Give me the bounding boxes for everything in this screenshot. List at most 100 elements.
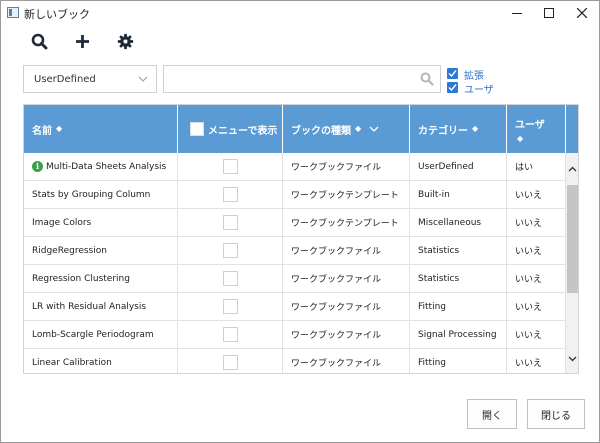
- scrollbar-thumb[interactable]: [567, 185, 578, 293]
- search-input[interactable]: [168, 69, 412, 91]
- extended-checkbox-label: 拡張: [464, 71, 484, 82]
- table-row[interactable]: i Multi-Data Sheets Analysis ワークブックファイル Use…: [24, 153, 566, 181]
- category-dropdown-value: UserDefined: [34, 74, 96, 85]
- sort-icon: ◆: [517, 133, 524, 143]
- cell-user: いいえ: [507, 237, 566, 264]
- cell-name: Stats by Grouping Column: [24, 181, 178, 208]
- search-box[interactable]: [163, 65, 441, 93]
- column-header-type[interactable]: ブックの種類 ◆: [283, 105, 410, 153]
- show-in-menu-checkbox[interactable]: [222, 271, 238, 286]
- scroll-up-button[interactable]: [566, 163, 578, 175]
- cell-menu: [178, 321, 283, 348]
- show-in-menu-checkbox[interactable]: [222, 159, 238, 174]
- cell-menu: [178, 293, 283, 320]
- cell-user: いいえ: [507, 349, 566, 373]
- column-header-user-label: ユーザ: [515, 119, 545, 131]
- sort-icon: ◆: [56, 124, 63, 133]
- cell-category: Fitting: [410, 349, 507, 373]
- cell-name: RidgeRegression: [24, 237, 178, 264]
- extended-checkbox[interactable]: [447, 68, 458, 79]
- column-header-name[interactable]: 名前 ◆: [24, 105, 178, 153]
- row-name-text: Lomb-Scargle Periodogram: [32, 329, 154, 340]
- minimize-icon: [511, 12, 522, 14]
- scroll-down-button[interactable]: [566, 353, 578, 365]
- cell-category: Built-in: [410, 181, 507, 208]
- show-in-menu-checkbox[interactable]: [222, 355, 238, 370]
- cell-category: Statistics: [410, 265, 507, 292]
- show-in-menu-checkbox[interactable]: [222, 243, 238, 258]
- checkmark-icon: [448, 84, 457, 92]
- table-row[interactable]: RidgeRegression ワークブックファイル Statistics いいえ: [24, 237, 566, 265]
- column-header-name-label: 名前: [32, 125, 52, 137]
- table-row[interactable]: LR with Residual Analysis ワークブックファイル Fitti…: [24, 293, 566, 321]
- show-in-menu-checkbox[interactable]: [222, 299, 238, 314]
- cell-name: Image Colors: [24, 209, 178, 236]
- header-select-all-checkbox[interactable]: [190, 122, 204, 136]
- table-row[interactable]: Stats by Grouping Column ワークブックテンプレート Buil…: [24, 181, 566, 209]
- cell-menu: [178, 209, 283, 236]
- column-header-category-label: カテゴリー: [418, 125, 468, 137]
- book-list-table: 名前 ◆ メニューで表示 ブックの種類 ◆ カテゴリー ◆ ユーザ ◆ i Multi-…: [23, 104, 579, 374]
- maximize-button[interactable]: [532, 1, 565, 25]
- cell-type: ワークブックファイル: [283, 237, 410, 264]
- cell-type: ワークブックファイル: [283, 293, 410, 320]
- chevron-down-icon[interactable]: [369, 125, 379, 133]
- search-toolbar-button[interactable]: [29, 31, 49, 51]
- cell-name: Regression Clustering: [24, 265, 178, 292]
- cell-menu: [178, 153, 283, 180]
- open-button[interactable]: 開く: [467, 399, 517, 429]
- maximize-icon: [543, 8, 554, 18]
- cell-name: i Multi-Data Sheets Analysis: [24, 153, 178, 180]
- cell-menu: [178, 181, 283, 208]
- row-name-text: Regression Clustering: [32, 273, 130, 284]
- row-name-text: Multi-Data Sheets Analysis: [46, 161, 167, 172]
- cell-category: Signal Processing: [410, 321, 507, 348]
- table-row[interactable]: Linear Calibration ワークブックファイル Fitting いいえ: [24, 349, 566, 373]
- category-dropdown[interactable]: UserDefined: [23, 65, 157, 93]
- cell-type: ワークブックファイル: [283, 153, 410, 180]
- add-toolbar-button[interactable]: [72, 31, 92, 51]
- row-name-text: Stats by Grouping Column: [32, 189, 151, 200]
- table-row[interactable]: Lomb-Scargle Periodogram ワークブックファイル Signal…: [24, 321, 566, 349]
- minimize-button[interactable]: [500, 1, 533, 25]
- search-icon: [31, 33, 47, 49]
- sort-icon: ◆: [355, 124, 362, 133]
- cell-type: ワークブックファイル: [283, 265, 410, 292]
- table-row[interactable]: Regression Clustering ワークブックファイル Statistic…: [24, 265, 566, 293]
- cell-name: LR with Residual Analysis: [24, 293, 178, 320]
- settings-toolbar-button[interactable]: [115, 31, 135, 51]
- user-checkbox-label: ユーザ: [464, 85, 494, 96]
- cell-name: Lomb-Scargle Periodogram: [24, 321, 178, 348]
- column-header-type-label: ブックの種類: [291, 125, 351, 137]
- cell-type: ワークブックファイル: [283, 349, 410, 373]
- show-in-menu-checkbox[interactable]: [222, 187, 238, 202]
- row-name-text: LR with Residual Analysis: [32, 301, 147, 312]
- column-header-category[interactable]: カテゴリー ◆: [410, 105, 507, 153]
- table-row[interactable]: Image Colors ワークブックテンプレート Miscellaneous いいえ: [24, 209, 566, 237]
- user-checkbox[interactable]: [447, 82, 458, 93]
- table-header: 名前 ◆ メニューで表示 ブックの種類 ◆ カテゴリー ◆ ユーザ ◆: [24, 105, 578, 153]
- sort-icon: ◆: [472, 124, 479, 133]
- search-field-icon[interactable]: [420, 72, 434, 86]
- show-in-menu-checkbox[interactable]: [222, 327, 238, 342]
- cell-user: いいえ: [507, 265, 566, 292]
- cell-name: Linear Calibration: [24, 349, 178, 373]
- column-header-user[interactable]: ユーザ ◆: [507, 105, 566, 153]
- cell-user: はい: [507, 153, 566, 180]
- close-window-button[interactable]: [565, 1, 598, 25]
- cell-category: Miscellaneous: [410, 209, 507, 236]
- cell-type: ワークブックテンプレート: [283, 209, 410, 236]
- info-icon[interactable]: i: [32, 161, 43, 172]
- row-name-text: Image Colors: [32, 217, 92, 228]
- column-header-menu-label: メニューで表示: [208, 125, 278, 137]
- app-icon: [7, 7, 19, 18]
- gear-icon: [117, 33, 133, 49]
- chevron-up-icon: [568, 166, 577, 172]
- chevron-down-icon: [138, 76, 148, 82]
- cell-category: UserDefined: [410, 153, 507, 180]
- column-header-menu[interactable]: メニューで表示: [178, 105, 283, 153]
- close-button[interactable]: 閉じる: [527, 399, 585, 429]
- show-in-menu-checkbox[interactable]: [222, 215, 238, 230]
- vertical-scrollbar[interactable]: [566, 153, 578, 373]
- cell-user: いいえ: [507, 181, 566, 208]
